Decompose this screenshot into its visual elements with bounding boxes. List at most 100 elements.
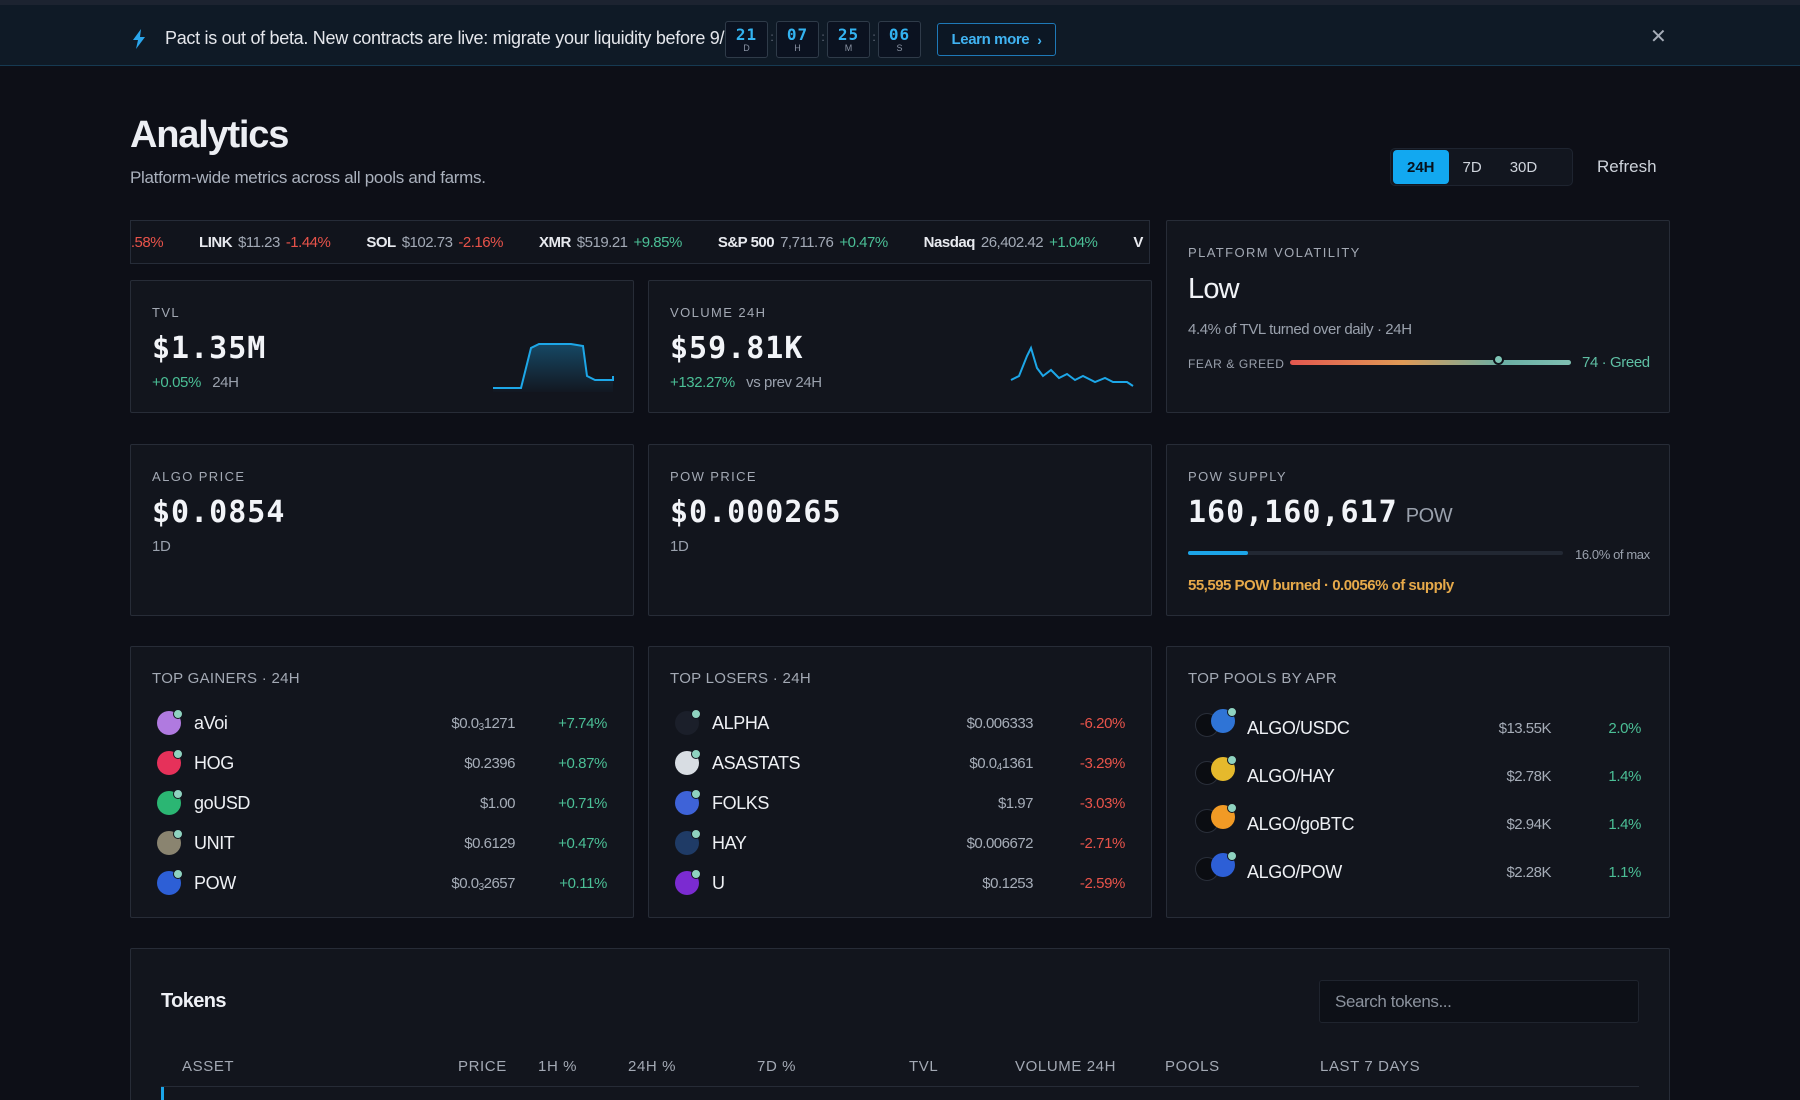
loser-price: $0.006672 xyxy=(966,835,1034,852)
ticker-item: Nasdaq 26,402.42 +1.04% xyxy=(924,234,1098,251)
tvl-period: 24H xyxy=(212,374,239,391)
loser-row[interactable]: U $0.1253 -2.59% xyxy=(649,865,1151,905)
learn-more-button[interactable]: Learn more › xyxy=(937,23,1056,56)
top-losers-card: TOP LOSERS · 24H ALPHA $0.006333 -6.20% ASA… xyxy=(648,646,1152,918)
gainer-row[interactable]: goUSD $1.00 +0.71% xyxy=(131,785,633,825)
countdown-unit: S xyxy=(896,43,903,53)
gainer-change: +0.71% xyxy=(558,795,607,812)
pool-tvl: $2.78K xyxy=(1506,768,1551,785)
pool-tvl: $13.55K xyxy=(1498,720,1552,737)
pool-row[interactable]: ALGO/goBTC $2.94K 1.4% xyxy=(1167,803,1669,843)
column-header-tvl[interactable]: TVL xyxy=(909,1058,938,1075)
tvl-change-row: +0.05% 24H xyxy=(152,374,239,391)
ticker-symbol: XMR xyxy=(538,234,571,251)
countdown-value: 21 xyxy=(735,25,758,44)
loser-row[interactable]: HAY $0.006672 -2.71% xyxy=(649,825,1151,865)
column-header-asset[interactable]: ASSET xyxy=(182,1058,234,1075)
tvl-change: +0.05% xyxy=(152,374,201,391)
gainer-price: $0.2396 xyxy=(464,755,515,772)
close-icon[interactable]: ✕ xyxy=(1650,27,1667,47)
page-subtitle: Platform-wide metrics across all pools a… xyxy=(130,168,486,187)
ticker-change: +1.04% xyxy=(1049,234,1098,251)
range-7d-button[interactable]: 7D xyxy=(1449,150,1496,184)
countdown-h-box: 07 H xyxy=(776,21,819,58)
gainer-row[interactable]: HOG $0.2396 +0.87% xyxy=(131,745,633,785)
ticker-price: $11.23 xyxy=(238,234,280,251)
column-header-24h-[interactable]: 24H % xyxy=(628,1058,676,1075)
ticker-item: 2.58% xyxy=(131,234,164,251)
pool-name: ALGO/HAY xyxy=(1247,766,1335,786)
range-30d-button[interactable]: 30D xyxy=(1496,150,1552,184)
countdown-value: 07 xyxy=(786,25,809,44)
pool-row[interactable]: ALGO/POW $2.28K 1.1% xyxy=(1167,851,1669,891)
loser-name: U xyxy=(712,873,725,893)
ticker-item: SOL $102.73 -2.16% xyxy=(366,234,503,251)
volatility-card: PLATFORM VOLATILITY Low 4.4% of TVL turn… xyxy=(1166,220,1670,413)
pool-name: ALGO/goBTC xyxy=(1247,814,1355,834)
ticker-change: +9.85% xyxy=(633,234,683,251)
price-ticker: 2.58% LINK $11.23 -1.44% SOL $102.73 -2.16% XMR… xyxy=(130,220,1150,264)
countdown-separator: : xyxy=(770,30,774,44)
loser-price: $0.041361 xyxy=(969,755,1033,773)
loser-price: $0.1253 xyxy=(982,875,1033,892)
pow-supply-bar xyxy=(1188,551,1563,555)
loser-row[interactable]: ALPHA $0.006333 -6.20% xyxy=(649,705,1151,745)
gainer-price: $0.032657 xyxy=(451,875,515,893)
column-header-7d-[interactable]: 7D % xyxy=(757,1058,796,1075)
refresh-button[interactable]: Refresh xyxy=(1597,157,1657,177)
loser-name: FOLKS xyxy=(712,793,770,813)
fear-greed-label: FEAR & GREED xyxy=(1188,357,1285,371)
fear-greed-gauge xyxy=(1290,360,1571,365)
pow-supply-row: 160,160,617 POW xyxy=(1188,495,1453,530)
chevron-right-icon: › xyxy=(1037,31,1042,48)
loser-row[interactable]: FOLKS $1.97 -3.03% xyxy=(649,785,1151,825)
verified-icon xyxy=(691,829,701,839)
pool-row[interactable]: ALGO/HAY $2.78K 1.4% xyxy=(1167,755,1669,795)
top-gainers-card: TOP GAINERS · 24H aVoi $0.031271 +7.74% HOG… xyxy=(130,646,634,918)
loser-name: HAY xyxy=(712,833,747,853)
column-header-last-7-days[interactable]: LAST 7 DAYS xyxy=(1320,1058,1420,1075)
pool-row[interactable]: ALGO/USDC $13.55K 2.0% xyxy=(1167,707,1669,747)
gainer-name: goUSD xyxy=(194,793,251,813)
gainer-name: UNIT xyxy=(194,833,235,853)
search-tokens-input[interactable] xyxy=(1319,980,1639,1023)
volume-change: +132.27% xyxy=(670,374,735,391)
column-header-volume-24h[interactable]: VOLUME 24H xyxy=(1015,1058,1116,1075)
column-header-pools[interactable]: POOLS xyxy=(1165,1058,1220,1075)
ticker-price: $102.73 xyxy=(401,234,453,251)
gainer-row[interactable]: POW $0.032657 +0.11% xyxy=(131,865,633,905)
ticker-symbol: LINK xyxy=(199,234,233,251)
ticker-symbol: Nasdaq xyxy=(923,234,976,251)
banner-message: Pact is out of beta. New contracts are l… xyxy=(165,28,749,48)
countdown-value: 06 xyxy=(888,25,911,44)
pool-apr: 1.4% xyxy=(1608,768,1641,785)
loser-change: -3.29% xyxy=(1079,755,1126,772)
price-zero-count: 3 xyxy=(478,882,485,893)
fear-greed-value: 74 · Greed xyxy=(1582,354,1650,371)
learn-more-label: Learn more xyxy=(951,31,1030,48)
ticker-item: XMR $519.21 +9.85% xyxy=(539,234,682,251)
tokens-card xyxy=(130,948,1670,1100)
gainer-row[interactable]: aVoi $0.031271 +7.74% xyxy=(131,705,633,745)
top-losers-title: TOP LOSERS · 24H xyxy=(670,670,811,687)
volatility-level: Low xyxy=(1188,273,1240,305)
verified-icon xyxy=(1227,755,1237,765)
gainer-change: +0.47% xyxy=(558,835,607,852)
pool-tvl: $2.94K xyxy=(1506,816,1551,833)
top-gainers-title: TOP GAINERS · 24H xyxy=(152,670,300,687)
gainer-change: +0.11% xyxy=(559,875,607,892)
gainer-row[interactable]: UNIT $0.6129 +0.47% xyxy=(131,825,633,865)
ticker-price: 7,711.76 xyxy=(780,234,834,251)
range-24h-button[interactable]: 24H xyxy=(1393,150,1449,184)
table-header-divider xyxy=(161,1086,1639,1087)
column-header-price[interactable]: PRICE xyxy=(458,1058,507,1075)
ticker-change: +0.47% xyxy=(839,234,888,251)
countdown-separator: : xyxy=(872,30,876,44)
loser-price: $0.006333 xyxy=(966,715,1034,732)
column-header-1h-[interactable]: 1H % xyxy=(538,1058,577,1075)
loser-row[interactable]: ASASTATS $0.041361 -3.29% xyxy=(649,745,1151,785)
pow-price-period: 1D xyxy=(670,538,689,555)
pool-apr: 1.1% xyxy=(1608,864,1641,881)
pool-apr: 1.4% xyxy=(1608,816,1641,833)
loser-change: -2.59% xyxy=(1079,875,1126,892)
